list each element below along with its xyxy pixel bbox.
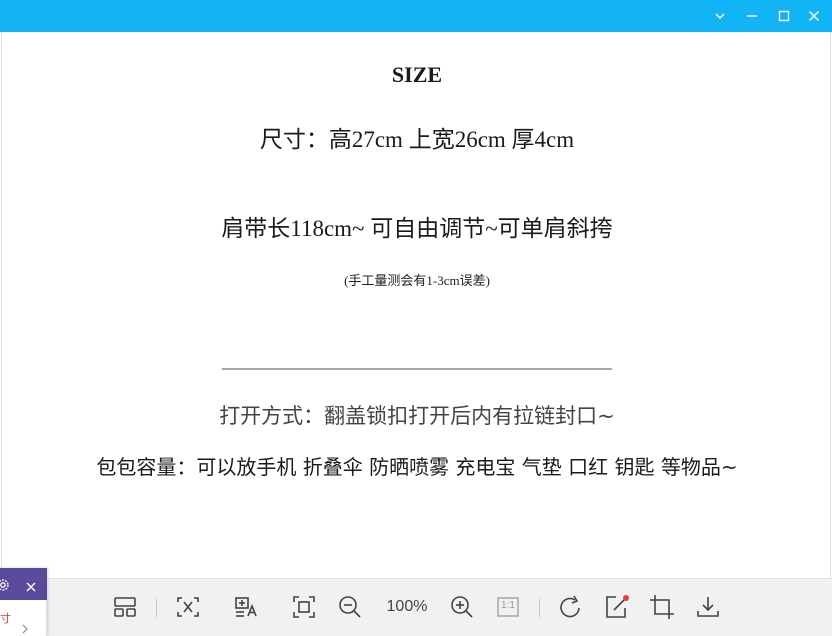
side-panel-text: 寸: [0, 612, 11, 625]
zoom-in-icon[interactable]: [448, 593, 476, 621]
minimize-icon[interactable]: [736, 0, 768, 32]
actual-size-label: 1:1: [501, 600, 515, 611]
close-icon[interactable]: [25, 578, 37, 597]
close-icon[interactable]: [798, 0, 830, 32]
viewer-toolbar: 100% 1:1: [0, 578, 832, 636]
crop-icon[interactable]: [648, 593, 676, 621]
measurement-note: (手工量测会有1-3cm误差): [344, 273, 490, 288]
open-method-text: 打开方式：翻盖锁扣打开后内有拉链封口~: [219, 404, 615, 428]
gear-icon[interactable]: [0, 577, 10, 596]
strap-text: 肩带长118cm~ 可自由调节~可单肩斜挎: [221, 216, 613, 241]
size-text: 尺寸：高27cm 上宽26cm 厚4cm: [259, 127, 575, 152]
chevron-down-icon[interactable]: [704, 0, 736, 32]
window-titlebar[interactable]: [0, 0, 832, 32]
divider-line: _______________________________________: [222, 350, 612, 372]
fit-screen-icon[interactable]: [290, 593, 318, 621]
edit-icon[interactable]: [603, 593, 631, 621]
side-panel[interactable]: 寸: [0, 568, 47, 636]
rotate-icon[interactable]: [556, 593, 584, 621]
download-icon[interactable]: [694, 593, 722, 621]
zoom-level[interactable]: 100%: [380, 598, 434, 616]
layout-grid-icon[interactable]: [111, 593, 139, 621]
actual-size-icon[interactable]: 1:1: [494, 593, 522, 621]
content-title: SIZE: [391, 62, 443, 87]
side-panel-header: [0, 568, 47, 600]
ocr-text-icon[interactable]: [233, 593, 261, 621]
chevron-right-icon[interactable]: [20, 620, 30, 636]
maximize-icon[interactable]: [768, 0, 800, 32]
fit-selection-icon[interactable]: [174, 593, 202, 621]
zoom-out-icon[interactable]: [336, 593, 364, 621]
image-canvas[interactable]: SIZE 尺寸：高27cm 上宽26cm 厚4cm 肩带长118cm~ 可自由调…: [1, 32, 831, 578]
capacity-text: 包包容量：可以放手机 折叠伞 防晒喷雾 充电宝 气垫 口红 钥匙 等物品~: [96, 455, 738, 479]
